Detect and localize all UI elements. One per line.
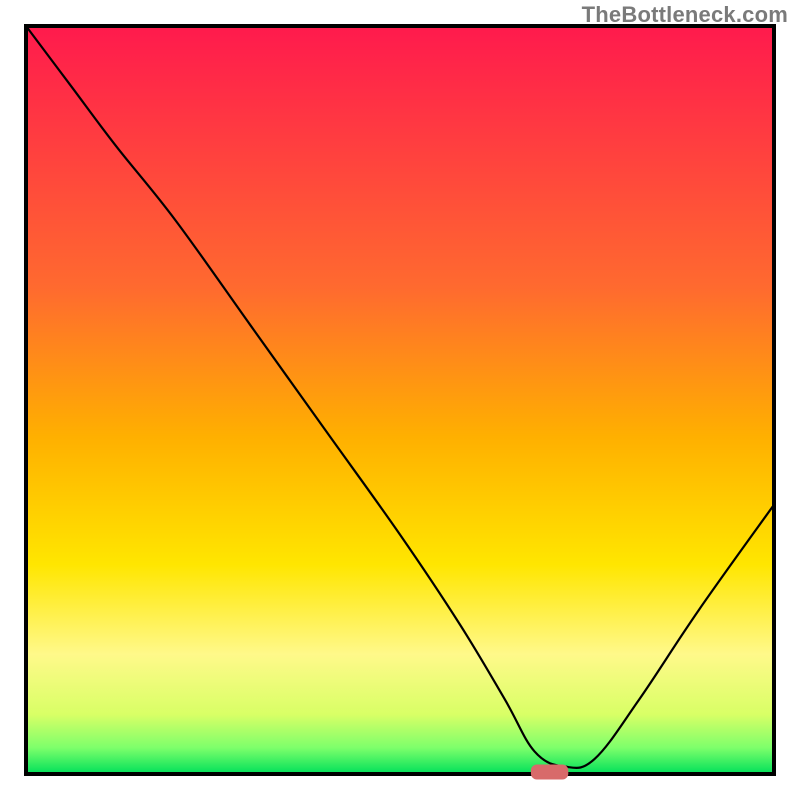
chart-container: TheBottleneck.com	[0, 0, 800, 800]
plot-background	[26, 26, 774, 774]
watermark-label: TheBottleneck.com	[582, 2, 788, 28]
target-marker	[531, 765, 568, 780]
bottleneck-chart	[0, 0, 800, 800]
